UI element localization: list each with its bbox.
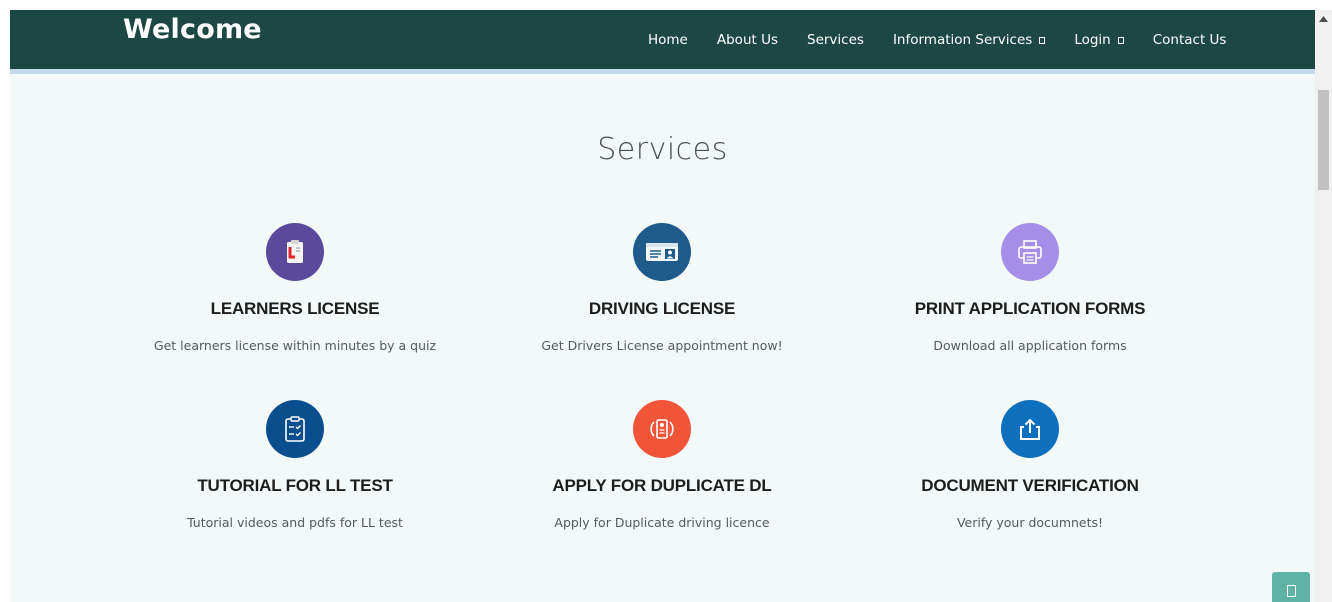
service-card-print-forms[interactable]: PRINT APPLICATION FORMS Download all app… xyxy=(850,223,1210,353)
nav-contact-label: Contact Us xyxy=(1152,32,1227,48)
checklist-icon xyxy=(266,400,324,458)
learner-clipboard-icon xyxy=(266,223,324,281)
service-card-duplicate-dl[interactable]: APPLY FOR DUPLICATE DL Apply for Duplica… xyxy=(482,400,842,530)
vertical-scrollbar[interactable] xyxy=(1315,10,1332,602)
service-description: Verify your documnets! xyxy=(956,515,1104,530)
service-title: DRIVING LICENSE xyxy=(588,299,736,318)
dropdown-caret-icon xyxy=(1039,36,1046,44)
back-to-top-button[interactable] xyxy=(1272,572,1310,602)
upload-icon xyxy=(1001,400,1059,458)
duplicate-card-icon xyxy=(633,400,691,458)
service-title: APPLY FOR DUPLICATE DL xyxy=(552,476,772,495)
nav-about-label: About Us xyxy=(716,32,778,48)
id-card-icon xyxy=(633,223,691,281)
page-viewport: Welcome Home About Us Services Informati… xyxy=(10,10,1315,602)
nav-services-label: Services xyxy=(807,32,864,48)
brand-title[interactable]: Welcome xyxy=(123,14,262,45)
dropdown-caret-icon xyxy=(1117,36,1124,44)
nav-services[interactable]: Services xyxy=(807,32,864,48)
section-title: Services xyxy=(597,132,728,167)
service-description: Get Drivers License appointment now! xyxy=(541,338,783,353)
service-card-document-verification[interactable]: DOCUMENT VERIFICATION Verify your documn… xyxy=(850,400,1210,530)
scroll-up-arrow-icon[interactable] xyxy=(1315,10,1332,27)
main-nav: Home About Us Services Information Servi… xyxy=(648,32,1255,48)
nav-login-label: Login xyxy=(1074,32,1111,48)
service-card-driving-license[interactable]: DRIVING LICENSE Get Drivers License appo… xyxy=(482,223,842,353)
nav-info-label: Information Services xyxy=(892,32,1033,48)
navbar-divider xyxy=(10,69,1315,74)
service-card-learners-license[interactable]: LEARNERS LICENSE Get learners license wi… xyxy=(115,223,475,353)
printer-icon xyxy=(1001,223,1059,281)
service-description: Apply for Duplicate driving licence xyxy=(554,515,770,530)
nav-contact-us[interactable]: Contact Us xyxy=(1153,32,1227,48)
back-to-top-icon xyxy=(1286,585,1296,597)
service-description: Tutorial videos and pdfs for LL test xyxy=(187,515,403,530)
service-title: LEARNERS LICENSE xyxy=(210,299,380,318)
nav-home[interactable]: Home xyxy=(648,32,688,48)
service-description: Download all application forms xyxy=(933,338,1127,353)
top-navbar: Welcome Home About Us Services Informati… xyxy=(10,10,1315,69)
service-card-tutorial-ll-test[interactable]: TUTORIAL FOR LL TEST Tutorial videos and… xyxy=(115,400,475,530)
service-title: PRINT APPLICATION FORMS xyxy=(914,299,1146,318)
service-description: Get learners license within minutes by a… xyxy=(153,338,437,353)
nav-information-services[interactable]: Information Services xyxy=(892,32,1046,48)
scrollbar-thumb[interactable] xyxy=(1318,90,1329,190)
nav-home-label: Home xyxy=(648,32,688,48)
nav-about-us[interactable]: About Us xyxy=(717,32,778,48)
nav-login[interactable]: Login xyxy=(1074,32,1124,48)
service-title: TUTORIAL FOR LL TEST xyxy=(197,476,393,495)
service-title: DOCUMENT VERIFICATION xyxy=(921,476,1139,495)
